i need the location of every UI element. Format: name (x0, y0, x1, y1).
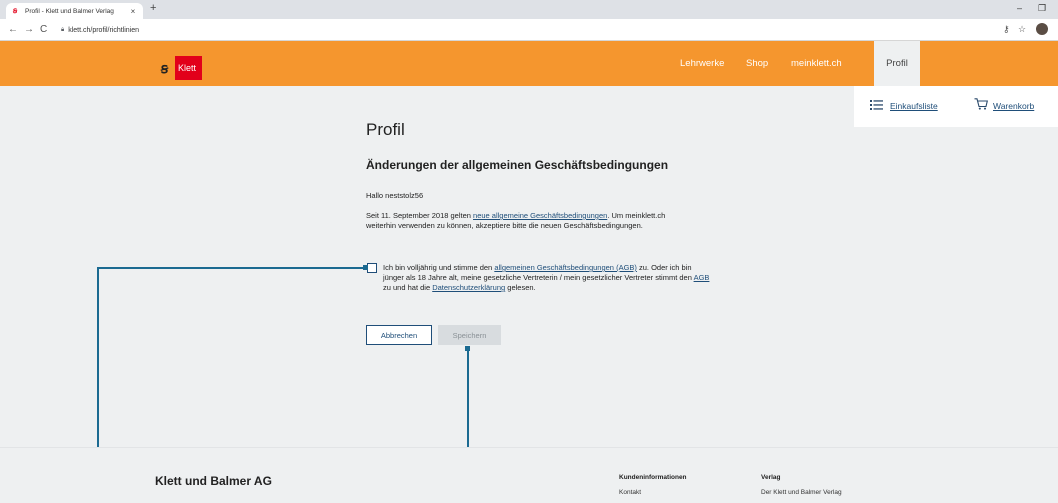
shopping-list-link[interactable]: Einkaufsliste (890, 101, 938, 111)
key-icon[interactable]: ⚷ (1003, 24, 1010, 35)
address-bar: ← → C 🔒︎ klett.ch/profil/richtlinien ⚷ ☆ (0, 19, 1058, 41)
footer-company: Klett und Balmer AG (155, 474, 272, 488)
logo-wordmark: Klett (175, 56, 203, 80)
section-title: Änderungen der allgemeinen Geschäftsbedi… (366, 158, 669, 172)
forward-button[interactable]: → (24, 24, 34, 35)
nav-profil[interactable]: Profil (874, 41, 920, 86)
save-button[interactable]: Speichern (438, 325, 501, 345)
reload-button[interactable]: C (40, 24, 47, 35)
cart-icon (974, 98, 988, 110)
agb-checkbox[interactable] (367, 263, 377, 273)
footer-heading-verlag: Verlag (761, 474, 781, 481)
new-tab-button[interactable]: + (150, 2, 156, 14)
footer-heading-customer: Kundeninformationen (619, 474, 687, 481)
callout-dot (363, 265, 368, 270)
new-terms-link[interactable]: neue allgemeine Geschäftsbedingungen (473, 211, 607, 220)
tools-panel: Einkaufsliste Warenkorb (854, 86, 1058, 127)
privacy-link[interactable]: Datenschutzerklärung (432, 283, 505, 292)
notice-text: Seit 11. September 2018 gelten (366, 211, 474, 220)
restore-button[interactable]: ❐ (1038, 3, 1046, 14)
footer-link-verlag[interactable]: Der Klett und Balmer Verlag (761, 489, 842, 496)
page-title: Profil (366, 120, 405, 139)
browser-tabstrip: ꞩ Profil - Klett und Balmer Verlag × + –… (0, 0, 1058, 19)
footer-link-contact[interactable]: Kontakt (619, 489, 641, 496)
agb-text: gelesen. (505, 283, 536, 292)
site-logo[interactable]: ꞩ Klett (154, 56, 203, 80)
agb-text: Ich bin volljährig und stimme den (383, 263, 495, 272)
nav-shop[interactable]: Shop (746, 41, 768, 86)
callout-dot (465, 346, 470, 351)
minimize-button[interactable]: – (1017, 3, 1022, 13)
klett-mark-icon: ꞩ (160, 59, 169, 76)
tab-title: Profil - Klett und Balmer Verlag (25, 7, 114, 15)
url-field[interactable]: 🔒︎ klett.ch/profil/richtlinien (56, 23, 994, 37)
agb-link[interactable]: allgemeinen Geschäftsbedingungen (AGB) (494, 263, 637, 272)
lock-icon: 🔒︎ (61, 26, 65, 33)
back-button[interactable]: ← (8, 24, 18, 35)
browser-tab[interactable]: ꞩ Profil - Klett und Balmer Verlag × (6, 3, 143, 19)
site-footer: Klett und Balmer AG Kundeninformationen … (0, 447, 1058, 503)
star-icon[interactable]: ☆ (1018, 24, 1026, 35)
terms-notice: Seit 11. September 2018 gelten neue allg… (366, 211, 696, 231)
callout-line (97, 267, 365, 269)
nav-lehrwerke[interactable]: Lehrwerke (680, 41, 724, 86)
nav-meinklett[interactable]: meinklett.ch (791, 41, 842, 86)
agb-short-link[interactable]: AGB (694, 273, 710, 282)
site-header: ꞩ Klett Lehrwerke Shop meinklett.ch Prof… (0, 41, 1058, 86)
cancel-button[interactable]: Abbrechen (366, 325, 432, 345)
agb-consent-text: Ich bin volljährig und stimme den allgem… (383, 263, 713, 293)
list-icon (870, 100, 883, 110)
greeting: Hallo neststolz56 (366, 191, 424, 200)
url-text: klett.ch/profil/richtlinien (68, 26, 140, 34)
klett-logo-icon: ꞩ (13, 6, 18, 15)
cart-link[interactable]: Warenkorb (993, 101, 1034, 111)
avatar[interactable] (1036, 23, 1048, 35)
agb-text: zu und hat die (383, 283, 433, 292)
tab-close-icon[interactable]: × (128, 7, 138, 16)
